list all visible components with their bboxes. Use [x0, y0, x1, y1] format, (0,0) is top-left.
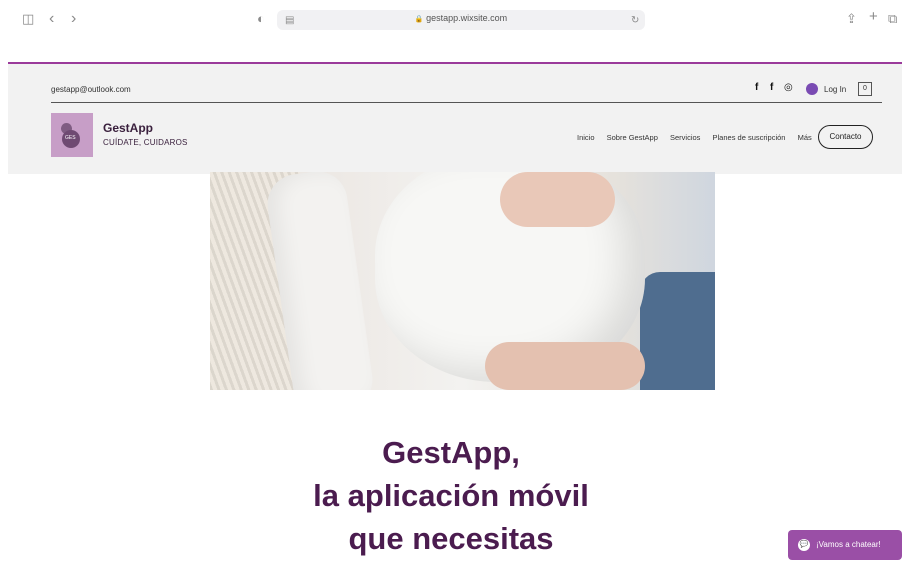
share-icon[interactable]: ⇪: [846, 11, 857, 27]
reload-icon[interactable]: ↻: [631, 13, 639, 29]
nav-item-servicios[interactable]: Servicios: [670, 133, 700, 142]
url-text[interactable]: 🔒 gestapp.wixsite.com: [277, 13, 645, 23]
instagram-icon[interactable]: ◎: [784, 82, 793, 93]
brand-subtitle: CUÍDATE, CUIDAROS: [103, 138, 188, 147]
login-link[interactable]: Log In: [824, 85, 846, 94]
address-bar[interactable]: ▤ 🔒 gestapp.wixsite.com ↻: [277, 10, 645, 30]
header-divider: [51, 102, 882, 103]
new-tab-icon[interactable]: +: [869, 9, 878, 25]
tabs-overview-icon[interactable]: ⧉: [888, 11, 897, 27]
cart-icon[interactable]: 0: [858, 82, 872, 96]
nav-item-inicio[interactable]: Inicio: [577, 133, 595, 142]
contact-button[interactable]: Contacto: [818, 125, 873, 149]
nav-item-planes[interactable]: Planes de suscripción: [713, 133, 786, 142]
logo-dot-large: GES: [62, 130, 80, 148]
chat-bubble-icon: 💬: [798, 539, 810, 551]
hero-image: [210, 172, 715, 390]
browser-toolbar: ◫ ‹ › ◐ ▤ 🔒 gestapp.wixsite.com ↻ ⇪ + ⧉: [0, 0, 902, 40]
main-nav: Inicio Sobre GestApp Servicios Planes de…: [577, 133, 822, 142]
forward-icon[interactable]: ›: [71, 11, 76, 27]
sidebar-toggle-icon[interactable]: ◫: [22, 11, 34, 27]
url-label: gestapp.wixsite.com: [426, 13, 508, 23]
chat-label: ¡Vamos a chatear!: [816, 540, 881, 549]
lock-icon: 🔒: [414, 16, 424, 23]
headline-line-2: la aplicación móvil: [313, 478, 589, 513]
logo-text: GES: [65, 135, 76, 141]
back-icon[interactable]: ‹: [49, 11, 54, 27]
user-avatar-icon[interactable]: [806, 83, 818, 95]
brand-title[interactable]: GestApp: [103, 121, 153, 135]
headline-line-1: GestApp,: [382, 435, 520, 470]
contact-email[interactable]: gestapp@outlook.com: [51, 85, 131, 94]
site-header: gestapp@outlook.com f f ◎ Log In 0 GES G…: [8, 62, 902, 174]
hero-hand-top: [500, 172, 615, 227]
hero-hand-bottom: [485, 342, 645, 390]
privacy-shield-icon[interactable]: ◐: [257, 11, 265, 27]
nav-item-mas[interactable]: Más: [798, 133, 812, 142]
brand-logo[interactable]: GES: [51, 113, 93, 157]
hero-jeans: [640, 272, 715, 390]
nav-item-sobre-gestapp[interactable]: Sobre GestApp: [607, 133, 658, 142]
headline-line-3: que necesitas: [348, 521, 554, 556]
header-top-row: gestapp@outlook.com f f ◎ Log In 0: [8, 64, 902, 102]
chat-button[interactable]: 💬 ¡Vamos a chatear!: [788, 530, 902, 560]
facebook-icon-2[interactable]: f: [770, 82, 773, 93]
facebook-icon[interactable]: f: [755, 82, 758, 93]
